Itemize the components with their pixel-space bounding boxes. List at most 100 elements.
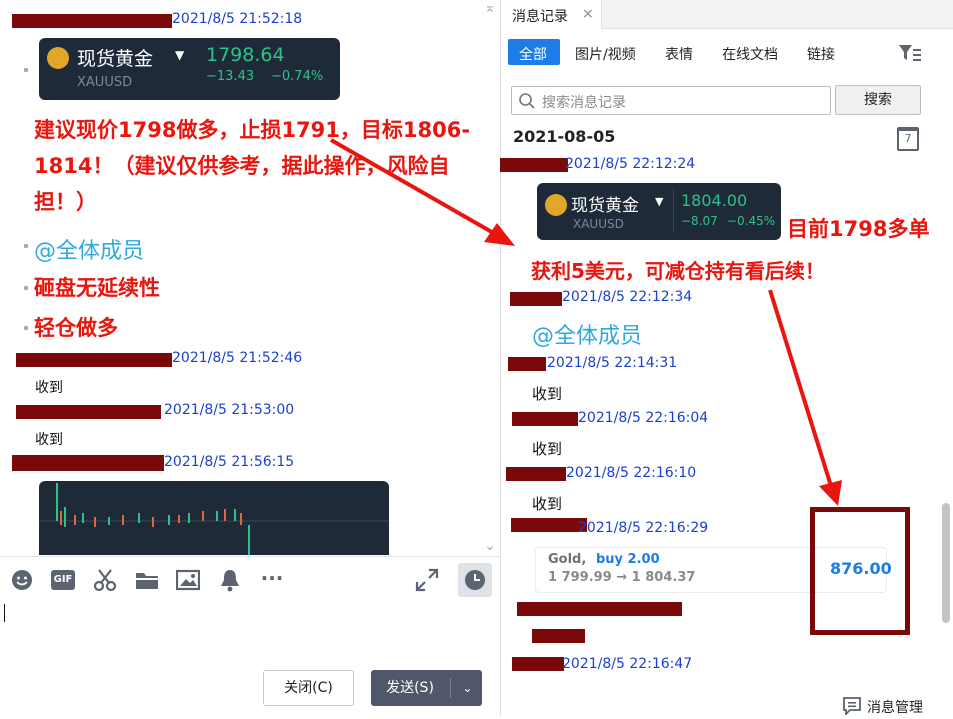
redacted-sender bbox=[512, 657, 564, 671]
redacted-sender bbox=[517, 602, 682, 616]
close-button[interactable]: 关闭(C) bbox=[263, 670, 354, 706]
message-bullet bbox=[24, 244, 28, 248]
quote-name: 现货黄金 bbox=[77, 48, 154, 70]
history-toggle-button[interactable] bbox=[458, 563, 492, 597]
message-time: 2021/8/5 22:16:10 bbox=[566, 465, 697, 481]
send-options-chevron-icon[interactable]: ⌄ bbox=[453, 670, 482, 706]
message-text: 轻仓做多 bbox=[34, 316, 118, 340]
trade-side: buy 2.00 bbox=[596, 552, 660, 567]
message-time: 2021/8/5 22:12:34 bbox=[562, 289, 693, 305]
message-time: 2021/8/5 22:16:47 bbox=[562, 656, 693, 672]
redacted-sender bbox=[512, 412, 578, 426]
close-tab-icon[interactable]: × bbox=[582, 6, 594, 22]
message-time: 2021/8/5 21:52:46 bbox=[172, 350, 303, 366]
message-time: 2021/8/5 21:52:18 bbox=[172, 11, 303, 27]
redacted-sender bbox=[508, 357, 546, 371]
message-bullet bbox=[24, 68, 28, 72]
redacted-sender bbox=[500, 158, 568, 172]
message-text: 收到 bbox=[35, 380, 63, 396]
mention-text[interactable]: @全体成员 bbox=[532, 318, 642, 350]
message-time: 2021/8/5 21:53:00 bbox=[164, 402, 295, 418]
bell-icon[interactable] bbox=[218, 568, 242, 592]
trade-prices: 1 799.99 → 1 804.37 bbox=[548, 570, 696, 585]
message-time: 2021/8/5 22:16:04 bbox=[578, 410, 709, 426]
message-time: 2021/8/5 22:12:24 bbox=[565, 156, 696, 172]
search-icon bbox=[519, 93, 535, 109]
message-bullet bbox=[24, 326, 28, 330]
message-text: 收到 bbox=[35, 432, 63, 448]
gif-icon[interactable]: GIF bbox=[51, 568, 75, 592]
tab-stickers[interactable]: 表情 bbox=[665, 44, 693, 64]
scissors-icon[interactable] bbox=[93, 568, 117, 592]
caret-down-icon: ▼ bbox=[175, 48, 185, 62]
search-placeholder: 搜索消息记录 bbox=[542, 95, 626, 111]
quote-price: 1804.00 bbox=[681, 191, 748, 210]
collapse-icon[interactable]: ⌅ bbox=[484, 0, 496, 16]
message-manage-icon[interactable] bbox=[843, 697, 861, 719]
expand-up-icon[interactable]: ⌄ bbox=[484, 538, 496, 554]
filter-icon[interactable] bbox=[898, 43, 922, 67]
quote-symbol: XAUUSD bbox=[77, 75, 133, 90]
history-title: 消息记录 bbox=[512, 9, 568, 25]
trade-instrument: Gold, bbox=[548, 552, 587, 567]
redacted-sender bbox=[12, 14, 172, 28]
gif-label: GIF bbox=[51, 570, 75, 590]
message-manage-label[interactable]: 消息管理 bbox=[867, 697, 923, 717]
gold-coin-icon bbox=[47, 47, 69, 69]
quote-change: −13.43 bbox=[206, 69, 255, 84]
message-bullet bbox=[24, 286, 28, 290]
separator bbox=[450, 678, 451, 698]
message-text: 砸盘无延续性 bbox=[34, 276, 160, 300]
message-text: 收到 bbox=[532, 385, 563, 403]
tab-all-label: 全部 bbox=[519, 47, 547, 63]
message-text: 收到 bbox=[532, 440, 563, 458]
advice-text: 建议现价1798做多，止损1791，目标1806-1814！（建议仅供参考，据此… bbox=[34, 118, 471, 214]
message-text: 收到 bbox=[532, 495, 563, 513]
history-date: 2021-08-05 bbox=[513, 127, 616, 146]
calendar-icon[interactable]: 7 bbox=[897, 127, 919, 151]
quote-change-pct: −0.45% bbox=[727, 214, 776, 228]
history-pane: 消息记录 × 全部 图片/视频 表情 在线文档 链接 搜索消息记录 搜索 202… bbox=[500, 0, 953, 717]
expand-icon[interactable] bbox=[415, 568, 439, 592]
message-time: 2021/8/5 21:56:15 bbox=[164, 454, 295, 470]
redacted-sender bbox=[12, 455, 164, 471]
annotation-text: 获利5美元，可减仓持有看后续！ bbox=[531, 259, 825, 283]
search-input[interactable]: 搜索消息记录 bbox=[511, 86, 831, 115]
quote-card[interactable]: 现货黄金 ▼ XAUUSD 1798.64 −13.43 −0.74% bbox=[39, 38, 340, 100]
redacted-sender bbox=[16, 353, 172, 367]
search-button[interactable]: 搜索 bbox=[835, 85, 921, 115]
caret-down-icon: ▼ bbox=[655, 195, 664, 208]
annotation-text: 目前1798多单 bbox=[787, 217, 930, 241]
quote-change-pct: −0.74% bbox=[271, 69, 324, 84]
mention-text[interactable]: @全体成员 bbox=[34, 233, 144, 265]
message-time: 2021/8/5 22:16:29 bbox=[578, 520, 709, 536]
scrollbar-thumb[interactable] bbox=[942, 503, 950, 623]
gold-coin-icon bbox=[545, 194, 567, 216]
clock-icon bbox=[465, 570, 485, 590]
image-icon[interactable] bbox=[175, 568, 201, 592]
tab-images-videos[interactable]: 图片/视频 bbox=[575, 44, 636, 64]
redacted-text bbox=[532, 629, 585, 643]
message-input[interactable] bbox=[0, 598, 500, 658]
send-button[interactable]: 发送(S) bbox=[371, 670, 449, 706]
more-icon[interactable]: ··· bbox=[258, 566, 286, 590]
redacted-sender bbox=[510, 292, 562, 306]
separator bbox=[673, 189, 674, 233]
quote-card[interactable]: 现货黄金 ▼ XAUUSD 1804.00 −8.07 −0.45% bbox=[537, 183, 781, 240]
tab-links[interactable]: 链接 bbox=[807, 44, 835, 64]
trade-profit: 876.00 bbox=[830, 559, 892, 578]
quote-price: 1798.64 bbox=[206, 44, 285, 66]
chart-image[interactable] bbox=[39, 481, 389, 555]
quote-symbol: XAUUSD bbox=[573, 217, 624, 231]
emoji-icon[interactable] bbox=[10, 568, 34, 592]
redacted-sender bbox=[16, 405, 161, 419]
redacted-sender bbox=[506, 467, 566, 481]
candlestick-chart-image bbox=[39, 483, 389, 555]
tab-online-docs[interactable]: 在线文档 bbox=[722, 44, 778, 64]
redacted-sender bbox=[511, 518, 587, 532]
send-button-group: 发送(S) ⌄ bbox=[371, 670, 482, 706]
message-time: 2021/8/5 22:14:31 bbox=[547, 355, 678, 371]
quote-change: −8.07 bbox=[681, 214, 718, 228]
folder-icon[interactable] bbox=[135, 568, 159, 592]
quote-name: 现货黄金 bbox=[571, 196, 639, 216]
